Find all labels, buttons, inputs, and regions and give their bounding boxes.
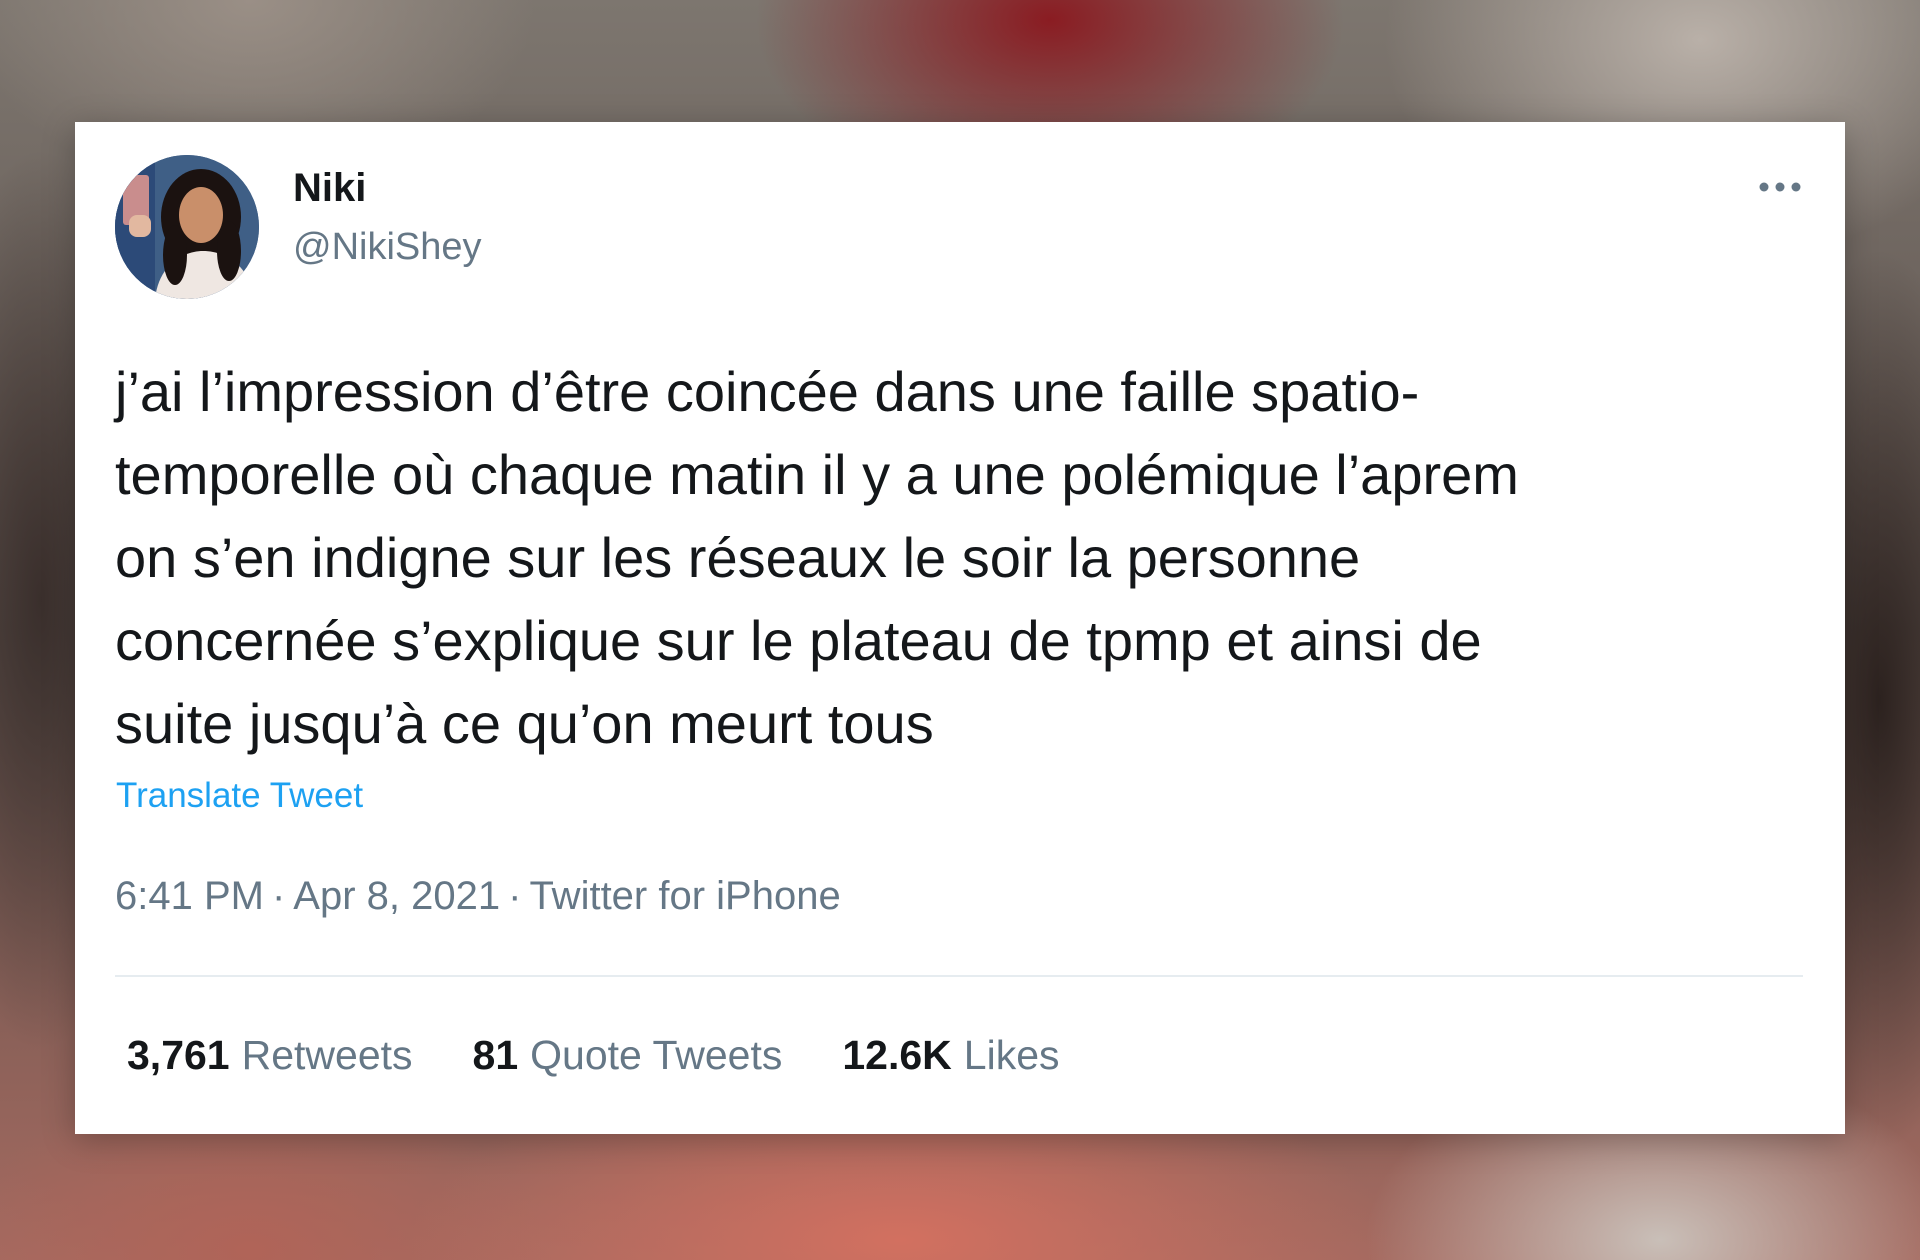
author-display-name[interactable]: Niki <box>293 166 366 211</box>
tweet-text: j’ai l’impression d’être coincée dans un… <box>115 360 1519 755</box>
more-options-button[interactable] <box>1755 172 1805 202</box>
quote-tweets-label: Quote Tweets <box>530 1032 783 1078</box>
retweets-count: 3,761 <box>127 1032 230 1078</box>
divider <box>115 975 1803 977</box>
tweet-time[interactable]: 6:41 PM <box>115 874 264 918</box>
more-horizontal-icon <box>1759 182 1801 192</box>
author-handle[interactable]: @NikiShey <box>293 226 482 269</box>
quote-tweets-count: 81 <box>472 1032 519 1078</box>
likes-stat[interactable]: 12.6K Likes <box>842 1032 1059 1079</box>
quote-tweets-stat[interactable]: 81 Quote Tweets <box>473 1032 783 1079</box>
likes-label: Likes <box>963 1032 1060 1078</box>
likes-count: 12.6K <box>842 1032 952 1078</box>
separator: · <box>271 874 286 918</box>
translate-tweet-link[interactable]: Translate Tweet <box>116 776 363 816</box>
separator: · <box>508 874 522 918</box>
tweet-card: Niki @NikiShey j’ai l’impression d’être … <box>75 122 1845 1134</box>
retweets-label: Retweets <box>241 1032 413 1078</box>
avatar-image <box>115 155 259 299</box>
tweet-metadata: 6:41 PM · Apr 8, 2021 · Twitter for iPhone <box>115 874 841 919</box>
avatar[interactable] <box>115 155 259 299</box>
tweet-date[interactable]: Apr 8, 2021 <box>293 874 500 918</box>
tweet-stats: 3,761 Retweets 81 Quote Tweets 12.6K Likes <box>127 1032 1060 1079</box>
tweet-source[interactable]: Twitter for iPhone <box>529 874 840 918</box>
retweets-stat[interactable]: 3,761 Retweets <box>127 1032 413 1079</box>
